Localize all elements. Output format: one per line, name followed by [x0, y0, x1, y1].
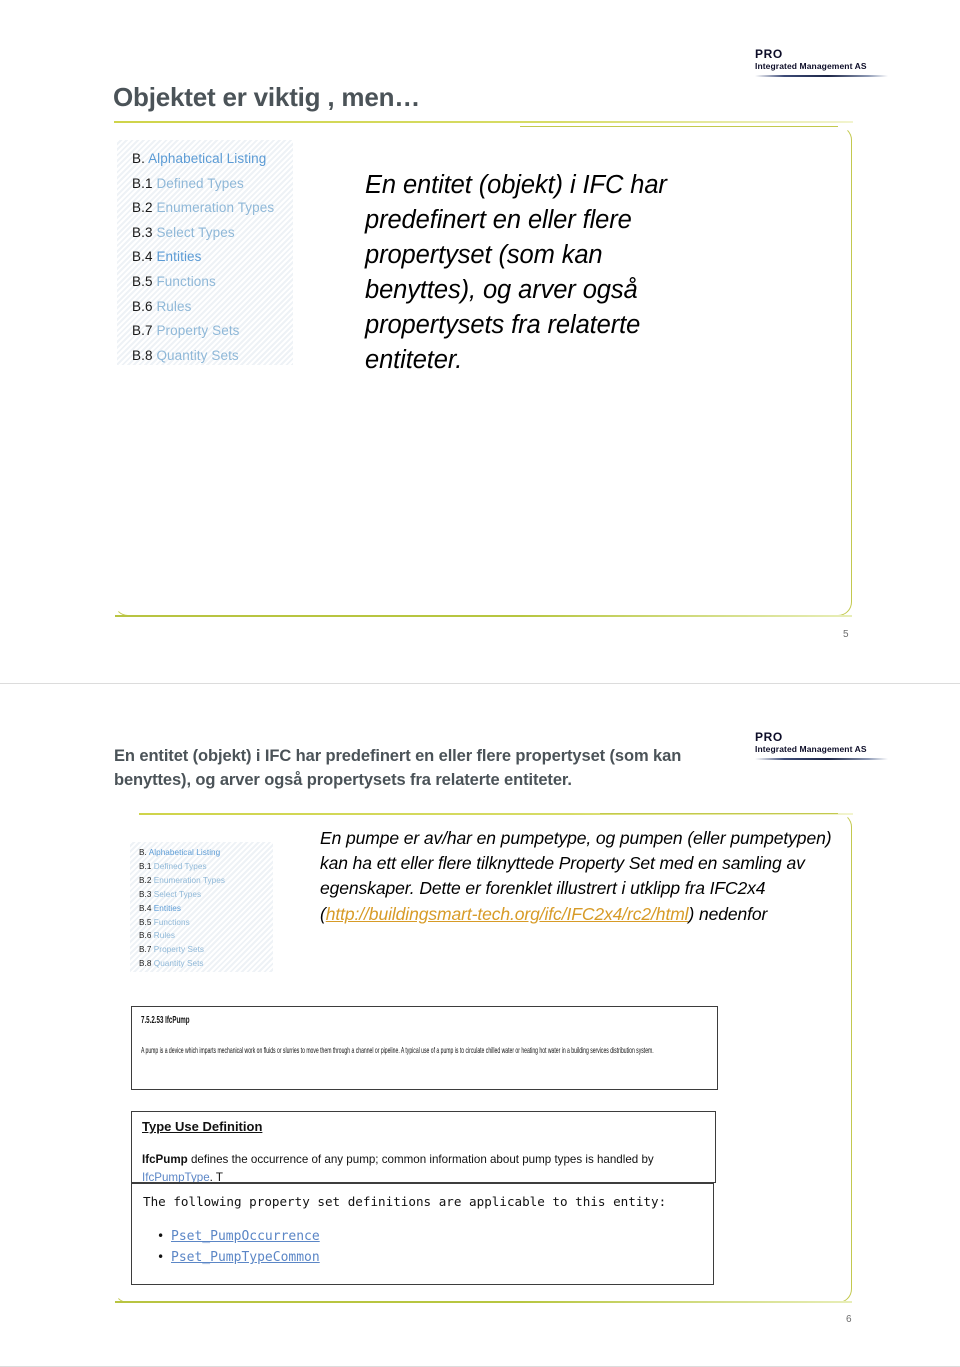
ifc-item-number: B.3 [139, 889, 152, 899]
ifc-item-label: Entities [156, 249, 202, 265]
property-set-list-item: Pset_PumpTypeCommon [157, 1247, 702, 1268]
property-set-list: Pset_PumpOccurrence Pset_PumpTypeCommon [143, 1226, 702, 1268]
ifc-list-item: B.5 Functions [139, 916, 273, 930]
type-use-definition-box: Type Use Definition IfcPump defines the … [131, 1111, 716, 1183]
ifc-list-item: B.2 Enumeration Types [132, 196, 293, 221]
ifc-item-number: B.4 [132, 249, 153, 265]
ifc-item-label: Alphabetical Listing [148, 151, 267, 166]
ifc-item-number: B.5 [139, 917, 152, 927]
ifc-item-number: B.2 [139, 875, 152, 885]
type-use-text-1: defines the occurrence of any pump; comm… [187, 1153, 654, 1166]
ifc-list-item: B.8 Quantity Sets [132, 344, 293, 369]
ifc-item-number: B.6 [139, 931, 152, 941]
property-set-definitions-box: The following property set definitions a… [131, 1183, 714, 1285]
ifc-list-item: B.1 Defined Types [132, 172, 293, 197]
slide-1: PRO Integrated Management AS Objektet er… [0, 0, 960, 684]
slide-2-body-part-2: ) nedenfor [688, 903, 768, 924]
document-page: PRO Integrated Management AS Objektet er… [0, 0, 960, 1367]
ifc-item-number: B.2 [132, 200, 153, 216]
ifc-item-label: Select Types [156, 224, 235, 240]
slide-1-title-rule [114, 121, 853, 123]
ifc-list-item: B.6 Rules [139, 929, 273, 943]
ifcpump-entity-name: IfcPump [142, 1153, 188, 1166]
ifc-item-number: B.7 [139, 945, 152, 955]
ifc-list-item: B. Alphabetical Listing [139, 846, 273, 860]
ifc-item-number: B. [132, 151, 145, 166]
ifc-item-label: Functions [156, 273, 216, 289]
ifc-list-item: B.4 Entities [132, 245, 293, 270]
ifc-item-label: Defined Types [153, 861, 207, 871]
pro-logo: PRO Integrated Management AS [755, 48, 895, 77]
ifc-item-number: B.3 [132, 224, 153, 240]
slide-2-frame-top-edge [600, 813, 838, 815]
type-use-definition-paragraph: IfcPump defines the occurrence of any pu… [142, 1151, 705, 1183]
logo-underline [755, 75, 888, 77]
ifc-item-label: Enumeration Types [156, 200, 275, 216]
ifc-list-item: B.3 Select Types [132, 221, 293, 246]
ifc-spec-section-paragraph: A pump is a device which imparts mechani… [141, 1044, 708, 1057]
slide-2-title: En entitet (objekt) i IFC har predefiner… [114, 747, 682, 789]
slide-1-body-text: En entitet (objekt) i IFC har predefiner… [365, 171, 667, 374]
ifc-list-item: B.4 Entities [139, 902, 273, 916]
ifc-item-number: B.6 [132, 298, 153, 314]
logo-name: PRO [755, 47, 783, 61]
ifc-list-item: B.7 Property Sets [132, 319, 293, 344]
ifc-item-label: Rules [153, 931, 175, 941]
ifcpumptype-link[interactable]: IfcPumpType [142, 1171, 210, 1182]
pset-pump-type-common-link[interactable]: Pset_PumpTypeCommon [171, 1250, 320, 1265]
ifc-list-item: B.8 Quantity Sets [139, 957, 273, 971]
ifc-item-number: B.8 [132, 347, 153, 363]
logo-tagline: Integrated Management AS [755, 61, 867, 71]
ifc-spec-section-heading-text: 7.5.2.53 IfcPump [141, 1015, 190, 1026]
ifc-spec-section-heading: 7.5.2.53 IfcPump [141, 1015, 708, 1027]
slide-1-frame-top-edge [520, 126, 838, 128]
ifc-item-label: Property Sets [153, 945, 205, 955]
ifc-alphabetical-listing-screenshot-2: B. Alphabetical Listing B.1 Defined Type… [130, 842, 273, 972]
ifc-list-item: B.2 Enumeration Types [139, 874, 273, 888]
ifc-item-number: B.5 [132, 273, 153, 289]
slide-1-bottom-rule [115, 615, 852, 617]
ifc-item-number: B. [139, 848, 147, 857]
ifc-item-label: Quantity Sets [153, 959, 204, 969]
type-use-text-2: . T [209, 1171, 223, 1183]
pro-logo: PRO Integrated Management AS [755, 731, 895, 760]
slide-2-bottom-rule [115, 1301, 852, 1303]
ifc-list-item: B. Alphabetical Listing [132, 147, 293, 172]
logo-name: PRO [755, 730, 783, 744]
ifc-item-label: Enumeration Types [153, 875, 226, 885]
ifc-item-number: B.8 [139, 959, 152, 969]
ifc-item-number: B.1 [132, 175, 153, 191]
property-set-lead-text: The following property set definitions a… [143, 1194, 667, 1209]
logo-tagline: Integrated Management AS [755, 744, 867, 754]
property-set-list-item: Pset_PumpOccurrence [157, 1226, 702, 1247]
ifc-item-label: Defined Types [156, 175, 244, 191]
slide-1-title: Objektet er viktig , men… [113, 82, 421, 112]
ifc-item-label: Alphabetical Listing [148, 848, 221, 857]
ifc-alphabetical-listing-screenshot-1: B. Alphabetical Listing B.1 Defined Type… [117, 140, 293, 365]
slide-1-page-number: 5 [843, 629, 849, 640]
type-use-definition-heading: Type Use Definition [142, 1119, 263, 1134]
ifc-list-item: B.7 Property Sets [139, 943, 273, 957]
ifc-list-item: B.6 Rules [132, 295, 293, 320]
logo-underline [755, 758, 888, 760]
ifc-item-label: Functions [153, 917, 190, 927]
ifc-list-item: B.5 Functions [132, 270, 293, 295]
ifc-item-label: Rules [156, 298, 192, 314]
slide-2-page-number: 6 [846, 1314, 852, 1325]
buildingsmart-url-link[interactable]: http://buildingsmart-tech.org/ifc/IFC2x4… [326, 904, 689, 924]
ifc-item-label: Select Types [153, 889, 202, 899]
ifc-item-label: Entities [153, 903, 182, 913]
ifc-item-label: Quantity Sets [156, 347, 239, 363]
ifc-item-number: B.1 [139, 861, 152, 871]
ifc-spec-section-box: 7.5.2.53 IfcPump A pump is a device whic… [131, 1006, 718, 1090]
ifc-spec-section-paragraph-text: A pump is a device which imparts mechani… [141, 1046, 654, 1055]
slide-2-body-text: En pumpe er av/har en pumpetype, og pump… [320, 826, 840, 927]
ifc-item-label: Property Sets [156, 323, 240, 339]
ifc-list-item: B.1 Defined Types [139, 860, 273, 874]
pset-pump-occurrence-link[interactable]: Pset_PumpOccurrence [171, 1229, 320, 1244]
ifc-item-number: B.4 [139, 903, 152, 913]
ifc-item-number: B.7 [132, 323, 153, 339]
ifc-list-item: B.3 Select Types [139, 888, 273, 902]
